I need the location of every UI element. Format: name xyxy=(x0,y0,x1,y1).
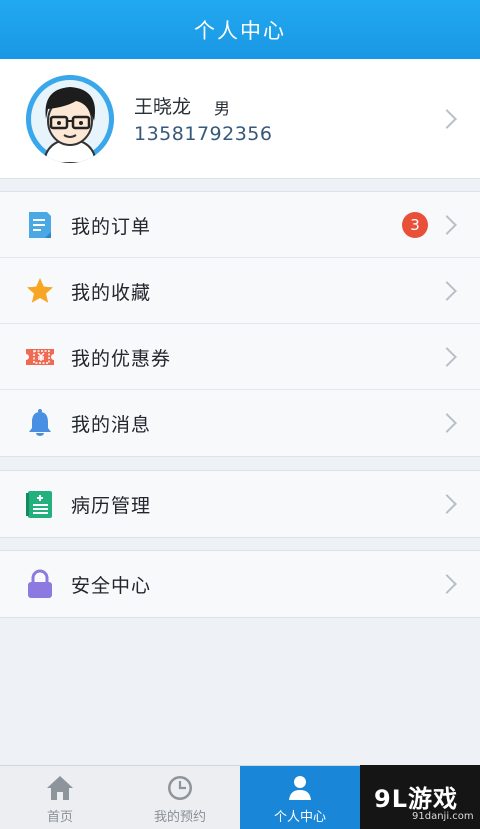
menu-label: 我的消息 xyxy=(71,414,152,436)
order-count-badge: 3 xyxy=(402,212,428,238)
profile-card[interactable]: 王晓龙 男 13581792356 xyxy=(0,59,480,179)
tab-label: 首页 xyxy=(46,810,73,825)
page-title: 个人中心 xyxy=(194,18,286,43)
menu-item-favorites[interactable]: 我的收藏 xyxy=(0,258,480,324)
menu-group-records: 病历管理 xyxy=(0,470,480,538)
chevron-right-icon xyxy=(437,574,457,594)
menu-label: 我的收藏 xyxy=(71,282,152,304)
page-header: 个人中心 xyxy=(0,0,480,59)
menu-group-security: 安全中心 xyxy=(0,550,480,618)
chevron-right-icon xyxy=(437,109,457,129)
menu-label: 病历管理 xyxy=(71,495,152,517)
person-icon xyxy=(289,776,311,800)
clock-icon xyxy=(168,776,192,800)
user-gender: 男 xyxy=(214,99,231,118)
user-phone: 13581792356 xyxy=(134,123,273,145)
bell-icon xyxy=(25,408,55,438)
menu-item-medical-records[interactable]: 病历管理 xyxy=(0,471,480,537)
medical-record-icon xyxy=(25,489,55,519)
chevron-right-icon xyxy=(437,494,457,514)
coupon-icon xyxy=(25,342,55,372)
chevron-right-icon xyxy=(437,347,457,367)
menu-label: 安全中心 xyxy=(71,575,152,597)
menu-group-main: 我的订单 3 我的收藏 我的优惠券 我的消息 xyxy=(0,191,480,457)
menu-item-orders[interactable]: 我的订单 3 xyxy=(0,192,480,258)
star-icon xyxy=(25,276,55,306)
tab-label: 个人中心 xyxy=(273,810,326,825)
menu-item-security-center[interactable]: 安全中心 xyxy=(0,551,480,617)
tab-personal-center[interactable]: 个人中心 xyxy=(240,766,360,829)
tab-appointments[interactable]: 我的预约 xyxy=(120,766,240,829)
watermark-logo: 9L游戏 91danji.com xyxy=(360,765,480,829)
watermark-site: 91danji.com xyxy=(412,811,474,822)
tab-label: 我的预约 xyxy=(153,810,206,825)
menu-label: 我的订单 xyxy=(71,216,152,238)
menu-item-coupons[interactable]: 我的优惠券 xyxy=(0,324,480,390)
chevron-right-icon xyxy=(437,413,457,433)
tab-home[interactable]: 首页 xyxy=(0,766,120,829)
chevron-right-icon xyxy=(437,281,457,301)
home-icon xyxy=(47,776,73,800)
chevron-right-icon xyxy=(437,215,457,235)
avatar[interactable] xyxy=(26,75,114,163)
lock-icon xyxy=(25,569,55,599)
order-icon xyxy=(25,210,55,240)
menu-label: 我的优惠券 xyxy=(71,348,172,370)
menu-item-messages[interactable]: 我的消息 xyxy=(0,390,480,456)
watermark-brand: 9L游戏 xyxy=(374,785,458,813)
user-name: 王晓龙 xyxy=(134,96,192,118)
